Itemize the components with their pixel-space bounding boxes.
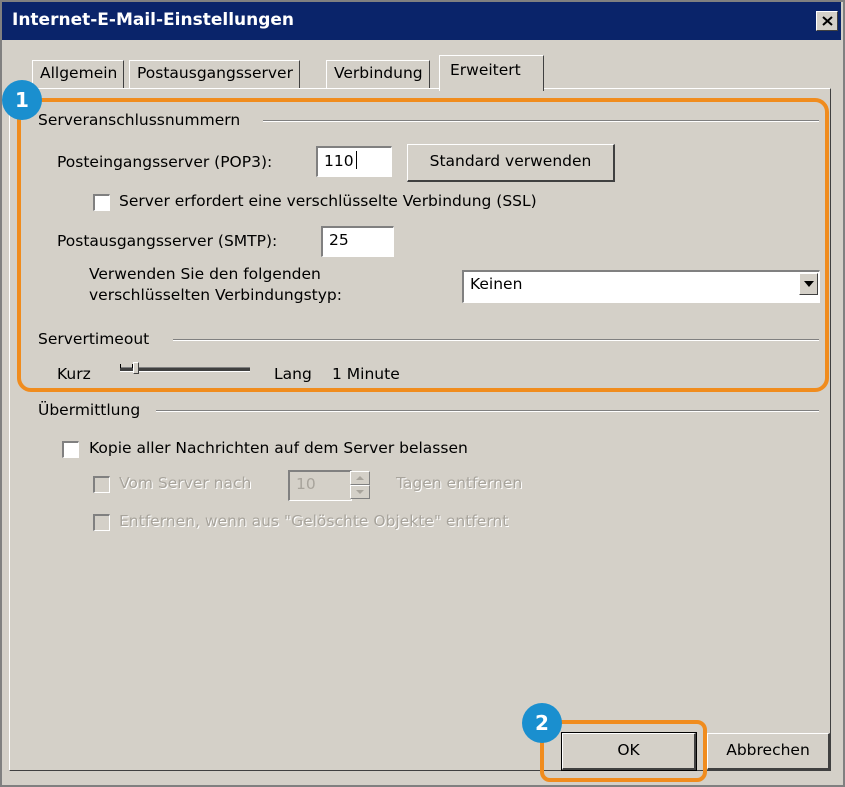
remove-deleted-checkbox[interactable] [93,514,110,531]
timeout-slider-thumb[interactable] [132,362,139,374]
days-spinner[interactable] [350,471,370,499]
close-button[interactable] [816,11,838,31]
tab-label: Erweitert [450,61,521,79]
default-port-button[interactable]: Standard verwenden [407,144,615,182]
tab-erweitert[interactable]: Erweitert [439,55,544,91]
smtp-label: Postausgangsserver (SMTP): [57,232,278,250]
tab-verbindung[interactable]: Verbindung [326,60,430,88]
tab-postausgangsserver[interactable]: Postausgangsserver [129,60,300,88]
encryption-label-line2: verschlüsselten Verbindungstyp: [89,286,342,304]
ssl-checkbox[interactable] [93,194,110,211]
keep-copy-label: Kopie aller Nachrichten auf dem Server b… [89,439,468,457]
pop3-label: Posteingangsserver (POP3): [57,153,273,171]
encryption-type-select[interactable]: Keinen [462,270,820,303]
tab-label: Postausgangsserver [137,64,293,82]
spin-down-icon[interactable] [350,485,370,499]
close-icon [822,16,833,26]
group-divider [263,120,819,122]
ssl-label: Server erfordert eine verschlüsselte Ver… [119,192,537,210]
group-label-server-timeout: Servertimeout [38,330,156,348]
group-divider [156,410,819,412]
annotation-badge-2: 2 [522,703,562,743]
annotation-badge-1: 1 [2,80,42,120]
timeout-long-label: Lang [274,365,312,383]
cancel-button[interactable]: Abbrechen [707,733,830,770]
smtp-port-input[interactable]: 25 [321,226,394,257]
remove-deleted-label: Entfernen, wenn aus "Gelöschte Objekte" … [119,512,509,530]
title-bar[interactable]: Internet-E-Mail-Einstellungen [2,2,841,40]
timeout-value: 1 Minute [332,365,400,383]
text-cursor [355,151,357,169]
tab-panel-erweitert [9,88,831,771]
tab-label: Verbindung [334,64,423,82]
timeout-slider-track[interactable] [120,367,250,372]
encryption-label-line1: Verwenden Sie den folgenden [89,265,321,283]
tab-label: Allgemein [40,64,118,82]
remove-after-label: Vom Server nach [119,474,252,492]
group-label-server-ports: Serveranschlussnummern [38,111,247,129]
keep-copy-checkbox[interactable] [62,441,79,458]
days-suffix-label: Tagen entfernen [396,474,523,492]
tab-allgemein[interactable]: Allgemein [32,60,125,88]
group-divider [173,339,819,341]
timeout-short-label: Kurz [57,365,91,383]
slider-tick [120,364,121,368]
remove-after-checkbox[interactable] [93,476,110,493]
remove-after-days-input[interactable]: 10 [288,470,352,501]
pop3-port-input[interactable]: 110 [316,146,392,177]
window-title: Internet-E-Mail-Einstellungen [12,10,295,30]
group-label-delivery: Übermittlung [38,401,147,419]
ok-button[interactable]: OK [561,732,697,771]
spin-up-icon[interactable] [350,471,370,485]
chevron-down-icon[interactable] [799,273,818,295]
